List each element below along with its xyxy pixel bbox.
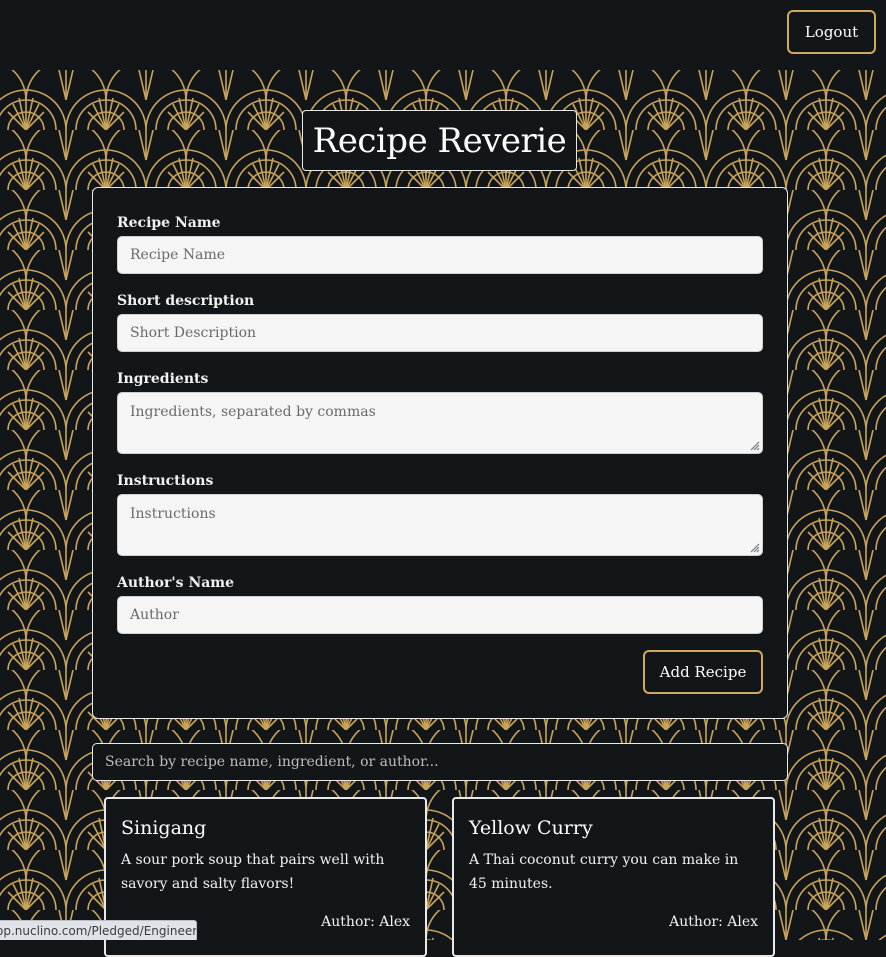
app-title: Recipe Reverie: [312, 120, 567, 161]
recipe-author: Author: Alex: [321, 914, 410, 930]
recipe-description: A Thai coconut curry you can make in 45 …: [469, 852, 739, 892]
app-title-box: Recipe Reverie: [302, 110, 577, 171]
recipe-title: Yellow Curry: [469, 817, 593, 839]
description-input[interactable]: Short Description: [117, 314, 763, 352]
author-label: Author's Name: [117, 575, 235, 591]
author-placeholder: Author: [130, 607, 179, 623]
description-placeholder: Short Description: [130, 325, 257, 341]
instructions-label: Instructions: [117, 473, 214, 489]
top-bar: Logout: [0, 0, 886, 70]
browser-status-bar: op.nuclino.com/Pledged/Engineering: [0, 920, 197, 940]
instructions-textarea[interactable]: Instructions: [117, 494, 763, 556]
add-recipe-button[interactable]: Add Recipe: [643, 650, 763, 694]
recipe-description: A sour pork soup that pairs well with sa…: [121, 852, 385, 892]
author-input[interactable]: Author: [117, 596, 763, 634]
recipe-name-placeholder: Recipe Name: [130, 247, 225, 263]
recipe-name-input[interactable]: Recipe Name: [117, 236, 763, 274]
recipe-title: Sinigang: [121, 817, 207, 839]
add-recipe-form: Recipe Name Recipe Name Short descriptio…: [92, 187, 788, 719]
search-placeholder: Search by recipe name, ingredient, or au…: [105, 754, 439, 770]
ingredients-textarea[interactable]: Ingredients, separated by commas: [117, 392, 763, 454]
description-label: Short description: [117, 293, 255, 309]
ingredients-label: Ingredients: [117, 371, 209, 387]
recipe-card[interactable]: Yellow Curry A Thai coconut curry you ca…: [452, 797, 775, 957]
status-url: op.nuclino.com/Pledged/Engineering: [0, 923, 197, 938]
search-input[interactable]: Search by recipe name, ingredient, or au…: [92, 743, 788, 781]
logout-button[interactable]: Logout: [787, 10, 876, 54]
resize-grip-icon[interactable]: [748, 439, 760, 451]
recipe-author: Author: Alex: [669, 914, 758, 930]
instructions-placeholder: Instructions: [130, 506, 216, 522]
recipe-name-label: Recipe Name: [117, 215, 221, 231]
resize-grip-icon[interactable]: [748, 541, 760, 553]
ingredients-placeholder: Ingredients, separated by commas: [130, 404, 376, 420]
